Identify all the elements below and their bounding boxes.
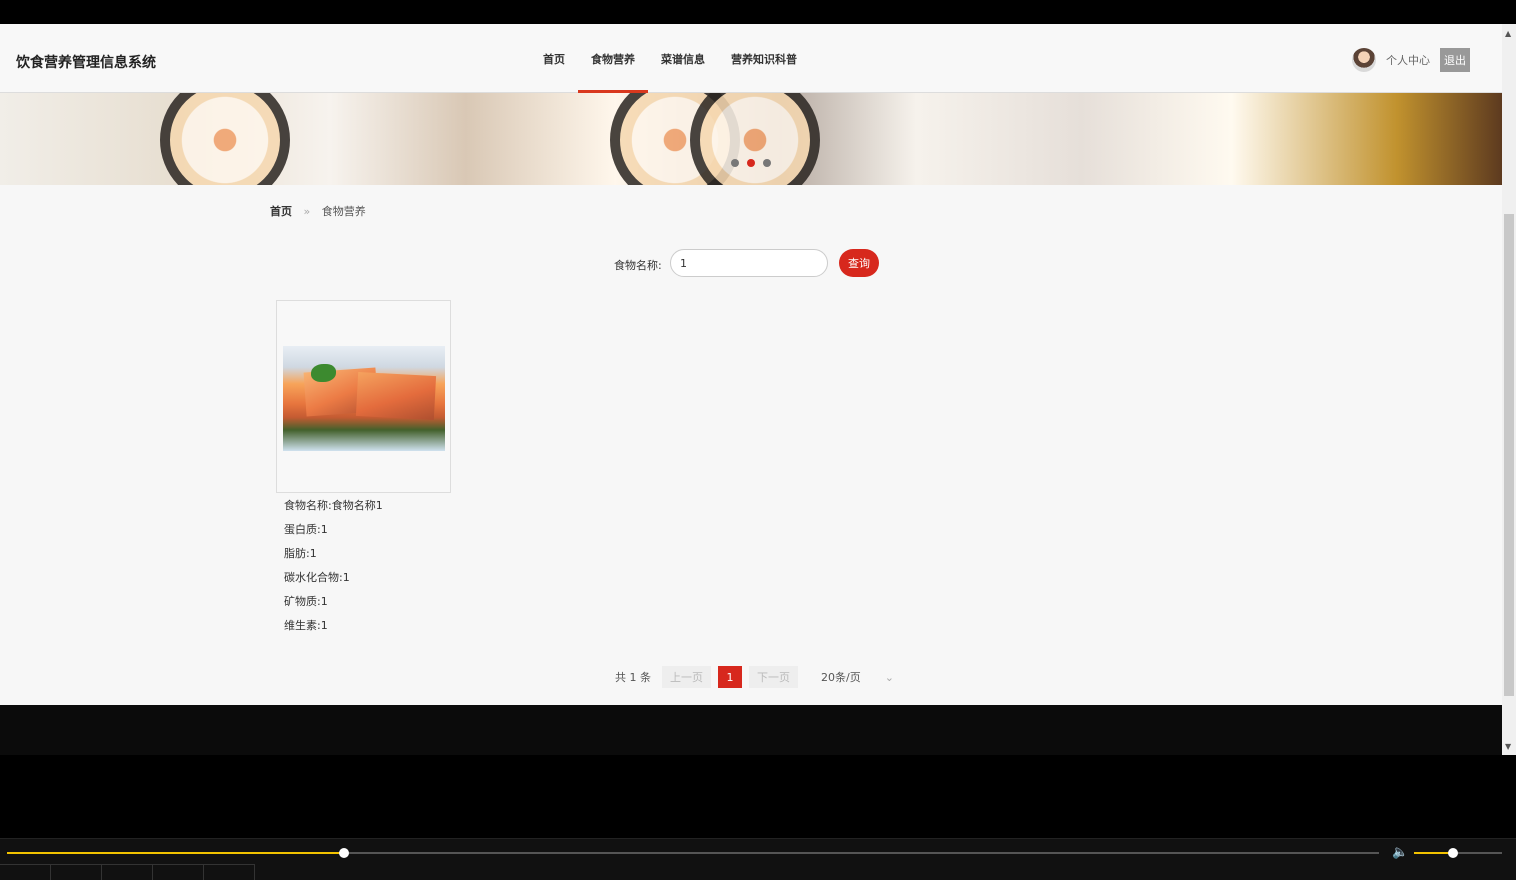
top-black-bar: [0, 0, 1516, 24]
site-title: 饮食营养管理信息系统: [16, 55, 156, 71]
bottom-tab[interactable]: [153, 865, 204, 880]
herb-garnish: [311, 364, 336, 382]
food-name-input[interactable]: [670, 249, 828, 277]
browser-viewport: 饮食营养管理信息系统 首页 食物营养 菜谱信息 营养知识科普 个人中心 退出 首…: [0, 24, 1502, 755]
video-player-controls: 🔈: [0, 838, 1516, 880]
volume-handle[interactable]: [1448, 848, 1458, 858]
nav-recipes[interactable]: 菜谱信息: [648, 24, 718, 93]
total-count: 共 1 条: [615, 671, 651, 684]
bottom-tabs: [0, 864, 255, 880]
page-size-value: 20条/页: [821, 671, 861, 684]
food-name-value: 食物名称:食物名称1: [284, 499, 383, 512]
video-progress-played: [7, 852, 344, 854]
pagination: 共 1 条 上一页 1 下一页 20条/页 ⌄: [615, 666, 894, 688]
breadcrumb-home[interactable]: 首页: [270, 205, 292, 218]
sushi-roll-image: [160, 93, 290, 185]
user-area: 个人中心 退出: [1352, 48, 1470, 72]
bottom-tab[interactable]: [0, 865, 51, 880]
page-size-select[interactable]: 20条/页 ⌄: [821, 669, 894, 685]
main-nav: 首页 食物营养 菜谱信息 营养知识科普: [530, 24, 810, 93]
page-number-current[interactable]: 1: [718, 666, 742, 688]
nav-home[interactable]: 首页: [530, 24, 578, 93]
carousel-dot[interactable]: [763, 159, 771, 167]
vitamin-value: 维生素:1: [284, 619, 328, 632]
video-progress-handle[interactable]: [339, 848, 349, 858]
breadcrumb-separator: »: [303, 205, 311, 218]
nav-nutrition-knowledge[interactable]: 营养知识科普: [718, 24, 810, 93]
fat-value: 脂肪:1: [284, 547, 317, 560]
volume-icon[interactable]: 🔈: [1392, 845, 1408, 860]
site-header: 饮食营养管理信息系统 首页 食物营养 菜谱信息 营养知识科普 个人中心 退出: [0, 24, 1502, 93]
volume-slider[interactable]: [1414, 848, 1502, 858]
chevron-down-icon: ⌄: [884, 671, 894, 684]
mineral-value: 矿物质:1: [284, 595, 328, 608]
food-card[interactable]: [276, 300, 451, 493]
video-progress-bar[interactable]: [7, 848, 1379, 858]
vertical-scrollbar[interactable]: ▲ ▼: [1502, 24, 1516, 755]
food-banner: [0, 93, 1502, 185]
bottom-tab[interactable]: [204, 865, 255, 880]
sushi-roll-image: [690, 93, 820, 185]
bottom-tab[interactable]: [51, 865, 102, 880]
previous-page-button[interactable]: 上一页: [662, 666, 711, 688]
salmon-food-image: [283, 346, 445, 451]
protein-value: 蛋白质:1: [284, 523, 328, 536]
food-name-label: 食物名称:: [614, 259, 662, 272]
avatar[interactable]: [1352, 48, 1376, 72]
scroll-down-arrow-icon[interactable]: ▼: [1505, 742, 1511, 751]
food-details: 食物名称:食物名称1 蛋白质:1 脂肪:1 碳水化合物:1 矿物质:1 维生素:…: [284, 494, 383, 638]
nav-food-nutrition[interactable]: 食物营养: [578, 24, 648, 93]
site-footer: [0, 705, 1502, 755]
bottom-tab[interactable]: [102, 865, 153, 880]
carousel-dot[interactable]: [731, 159, 739, 167]
next-page-button[interactable]: 下一页: [749, 666, 798, 688]
search-button[interactable]: 查询: [839, 249, 879, 277]
breadcrumb: 首页 » 食物营养: [270, 203, 366, 219]
carousel-dot-active[interactable]: [747, 159, 755, 167]
user-center-link[interactable]: 个人中心: [1386, 52, 1430, 68]
logout-button[interactable]: 退出: [1440, 48, 1470, 72]
carbohydrate-value: 碳水化合物:1: [284, 571, 350, 584]
scrollbar-thumb[interactable]: [1504, 214, 1514, 696]
scroll-up-arrow-icon[interactable]: ▲: [1505, 29, 1511, 38]
breadcrumb-current: 食物营养: [321, 205, 366, 218]
